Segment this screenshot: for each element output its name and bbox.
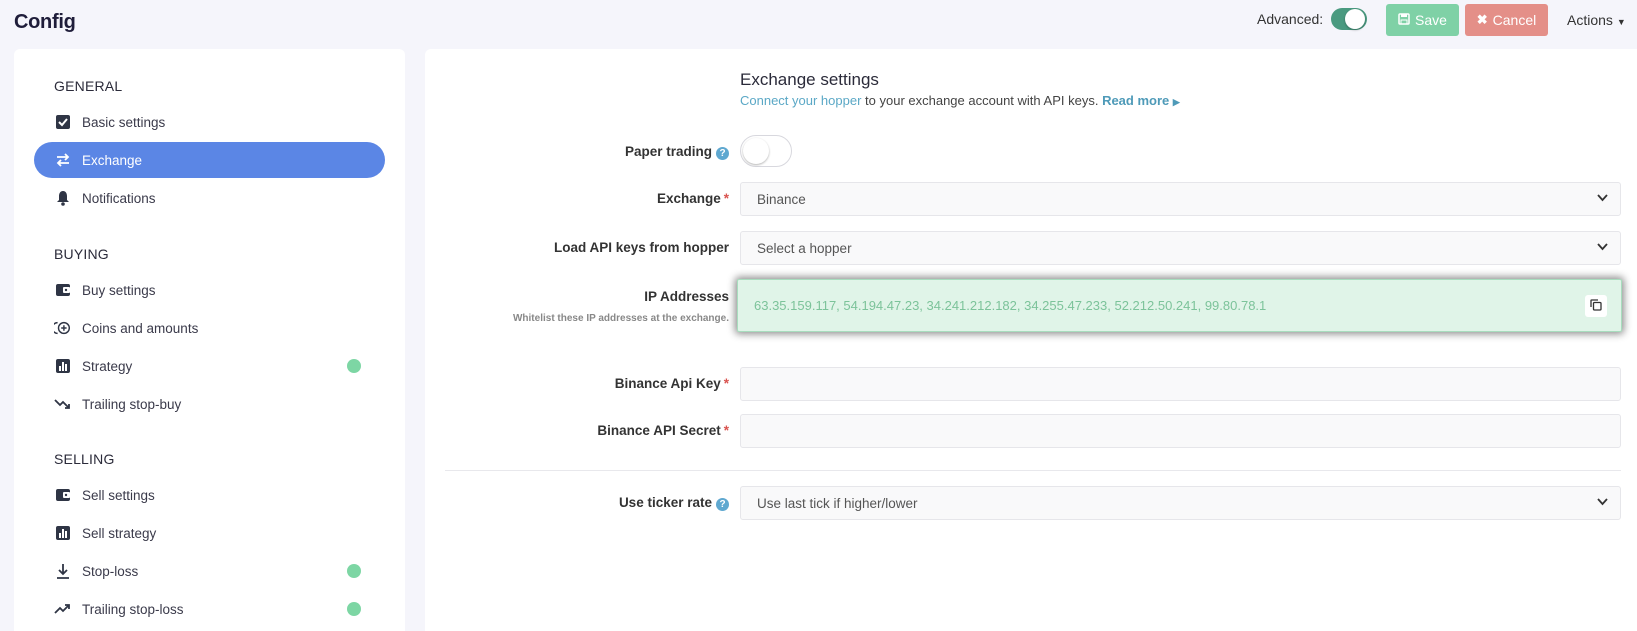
api-key-input[interactable] <box>740 367 1621 401</box>
api-secret-label-text: Binance API Secret <box>597 423 721 438</box>
section-title-selling: SELLING <box>54 451 115 467</box>
read-more-link[interactable]: Read more ▶ <box>1102 93 1180 108</box>
ip-addresses-field[interactable]: 63.35.159.117, 54.194.47.23, 34.241.212.… <box>737 279 1622 332</box>
ticker-rate-select[interactable]: Use last tick if higher/lower <box>740 486 1621 520</box>
close-icon: ✖ <box>1476 12 1488 27</box>
cancel-label: Cancel <box>1492 12 1537 28</box>
advanced-toggle[interactable] <box>1331 8 1367 30</box>
bell-icon <box>54 189 72 207</box>
trend-up-icon <box>54 600 72 618</box>
toggle-knob <box>743 138 769 164</box>
section-title-general: GENERAL <box>54 78 123 94</box>
exchange-label: Exchange * <box>657 191 729 206</box>
wallet-icon <box>54 486 72 504</box>
sidebar-item-exchange[interactable]: Exchange <box>34 142 385 178</box>
sidebar-item-trailing-stop-loss[interactable]: Trailing stop-loss <box>34 591 385 627</box>
sidebar-item-label: Notifications <box>82 190 156 206</box>
subtitle-text: to your exchange account with API keys. <box>861 93 1103 108</box>
required-marker: * <box>723 423 729 438</box>
ticker-rate-label: Use ticker rate? <box>619 495 729 511</box>
api-secret-label: Binance API Secret * <box>597 423 729 438</box>
status-dot <box>347 359 361 373</box>
required-marker: * <box>723 376 729 391</box>
caret-right-icon: ▶ <box>1172 97 1180 107</box>
sidebar-item-basic-settings[interactable]: Basic settings <box>34 104 385 140</box>
copy-button[interactable] <box>1585 295 1607 317</box>
sidebar-item-label: Trailing stop-loss <box>82 601 184 617</box>
actions-dropdown[interactable]: Actions ▼ <box>1567 12 1626 28</box>
load-keys-label: Load API keys from hopper <box>553 240 729 255</box>
sidebar: GENERAL Basic settings Exchange Notifica… <box>14 49 405 631</box>
sidebar-item-label: Basic settings <box>82 114 166 130</box>
connect-hopper-link[interactable]: Connect your hopper <box>740 93 861 108</box>
bar-chart-icon <box>54 524 72 542</box>
section-title-buying: BUYING <box>54 246 109 262</box>
save-button[interactable]: Save <box>1386 4 1459 36</box>
ip-addresses-value: 63.35.159.117, 54.194.47.23, 34.241.212.… <box>754 298 1267 313</box>
sidebar-item-label: Buy settings <box>82 282 156 298</box>
sidebar-item-strategy[interactable]: Strategy <box>34 348 385 384</box>
sidebar-item-label: Stop-loss <box>82 563 139 579</box>
download-arrow-icon <box>54 562 72 580</box>
sidebar-item-stop-loss[interactable]: Stop-loss <box>34 553 385 589</box>
sidebar-item-label: Coins and amounts <box>82 320 199 336</box>
ip-addresses-label: IP Addresses <box>644 289 729 304</box>
sidebar-item-label: Sell settings <box>82 487 155 503</box>
chevron-down-icon <box>1597 192 1608 206</box>
main-panel: Exchange settings Connect your hopper to… <box>425 49 1637 631</box>
ticker-rate-text: Use ticker rate <box>618 495 712 510</box>
ip-addresses-sublabel: Whitelist these IP addresses at the exch… <box>512 313 729 324</box>
api-key-label: Binance Api Key * <box>615 376 729 391</box>
caret-down-icon: ▼ <box>1616 17 1626 27</box>
read-more-label: Read more <box>1102 93 1170 108</box>
status-dot <box>347 602 361 616</box>
paper-trading-toggle[interactable] <box>740 135 792 167</box>
exchange-value: Binance <box>757 191 806 207</box>
sidebar-item-coins-and-amounts[interactable]: Coins and amounts <box>34 310 385 346</box>
help-icon[interactable]: ? <box>716 498 729 511</box>
sidebar-item-notifications[interactable]: Notifications <box>34 180 385 216</box>
swap-arrows-icon <box>54 151 72 169</box>
page-title: Config <box>14 11 76 33</box>
paper-trading-label: Paper trading? <box>625 144 729 160</box>
paper-trading-text: Paper trading <box>624 144 712 159</box>
sidebar-item-label: Trailing stop-buy <box>82 396 182 412</box>
chevron-down-icon <box>1597 241 1608 255</box>
copy-icon <box>1590 298 1602 314</box>
api-secret-input[interactable] <box>740 414 1621 448</box>
exchange-label-text: Exchange <box>656 191 721 206</box>
toggle-knob <box>1345 9 1365 29</box>
hopper-select[interactable]: Select a hopper <box>740 231 1621 265</box>
floppy-disk-icon <box>1398 12 1410 28</box>
checkbox-icon <box>54 113 72 131</box>
trend-down-icon <box>54 395 72 413</box>
sidebar-item-label: Strategy <box>82 358 133 374</box>
top-bar: Config Advanced: Save ✖ Cancel Actions ▼ <box>0 0 1637 46</box>
section-heading: Exchange settings <box>740 70 879 89</box>
sidebar-item-sell-settings[interactable]: Sell settings <box>34 477 385 513</box>
api-key-label-text: Binance Api Key <box>614 376 721 391</box>
exchange-select[interactable]: Binance <box>740 182 1621 216</box>
cancel-button[interactable]: ✖ Cancel <box>1465 4 1548 36</box>
bar-chart-icon <box>54 357 72 375</box>
sidebar-item-sell-strategy[interactable]: Sell strategy <box>34 515 385 551</box>
wallet-icon <box>54 281 72 299</box>
sidebar-item-buy-settings[interactable]: Buy settings <box>34 272 385 308</box>
advanced-label: Advanced: <box>1257 11 1324 27</box>
hopper-select-placeholder: Select a hopper <box>757 240 852 256</box>
divider <box>445 470 1621 471</box>
sidebar-item-trailing-stop-buy[interactable]: Trailing stop-buy <box>34 386 385 422</box>
actions-label: Actions <box>1567 12 1613 28</box>
save-label: Save <box>1415 12 1447 28</box>
ticker-rate-value: Use last tick if higher/lower <box>757 495 918 511</box>
status-dot <box>347 564 361 578</box>
coins-plus-icon <box>54 319 72 337</box>
sidebar-item-label: Sell strategy <box>82 525 157 541</box>
sidebar-item-label: Exchange <box>82 152 143 168</box>
help-icon[interactable]: ? <box>716 147 729 160</box>
required-marker: * <box>723 191 729 206</box>
section-subtitle: Connect your hopper to your exchange acc… <box>740 93 1180 108</box>
chevron-down-icon <box>1597 496 1608 510</box>
